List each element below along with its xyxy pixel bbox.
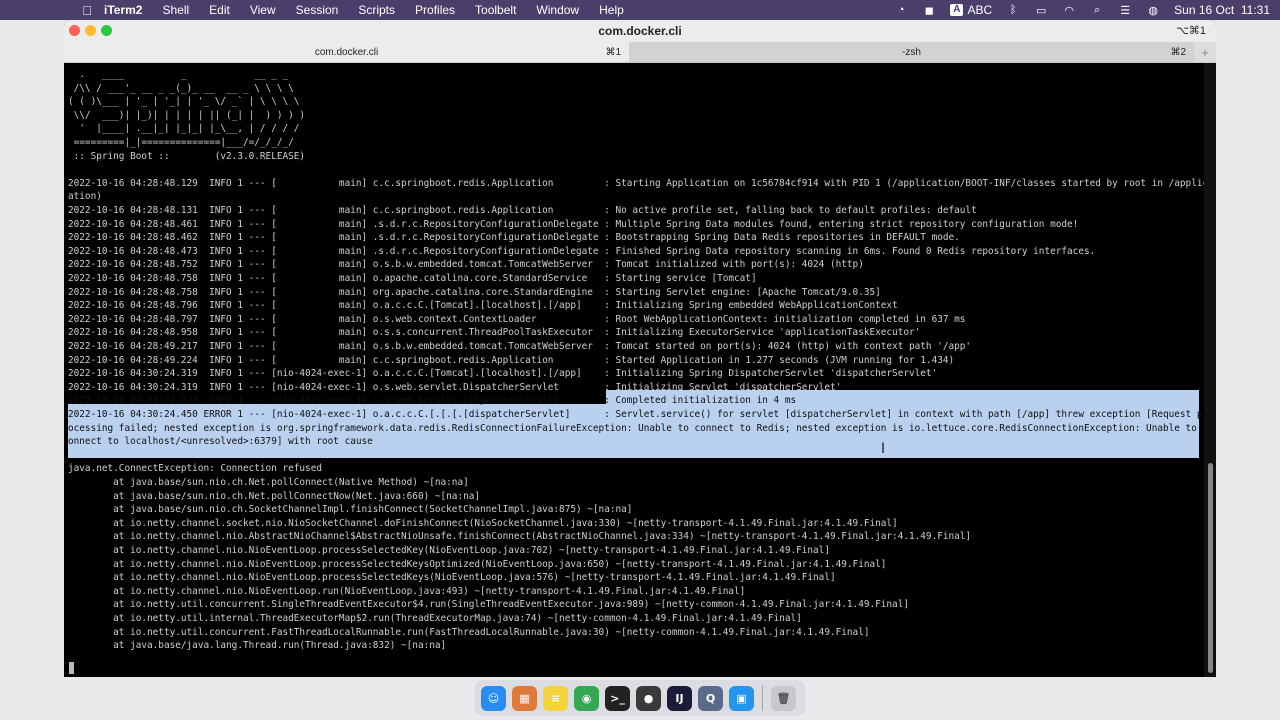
control-center-icon[interactable]: ☰ [1118, 4, 1132, 17]
terminal-line: at java.base/sun.nio.ch.Net.pollConnect(… [68, 477, 469, 488]
bluetooth-icon[interactable]: ᛒ [1006, 4, 1020, 16]
terminal-icon[interactable]: >_ [605, 685, 630, 711]
github-icon[interactable]: ● [636, 685, 661, 711]
trash-icon[interactable]: 🗑 [771, 685, 796, 711]
launchpad-icon[interactable]: ▦ [512, 685, 537, 711]
finder-icon[interactable]: ☺ [481, 685, 506, 711]
terminal-line: ( ( )\___ | '_ | '_| | '_ \/ _` | \ \ \ … [68, 96, 300, 108]
terminal-line: at java.base/java.lang.Thread.run(Thread… [68, 640, 447, 652]
tab-label: com.docker.cli [314, 46, 379, 58]
wifi-icon[interactable]: ◠ [1062, 4, 1076, 17]
tab-label: -zsh [902, 46, 921, 58]
terminal-line: 2022-10-16 04:30:24.319 INFO 1 --- [nio-… [68, 381, 842, 393]
input-source-label: ABC [967, 3, 993, 17]
menu-shell[interactable]: Shell [162, 3, 189, 17]
terminal-cursor [69, 662, 74, 674]
search-icon[interactable]: ⌕ [1090, 4, 1104, 16]
menu-view[interactable]: View [250, 3, 276, 17]
terminal-line: 2022-10-16 04:30:24.319 INFO 1 --- [nio-… [68, 368, 938, 380]
scrollbar-thumb[interactable] [1208, 463, 1213, 673]
terminal-line: 2022-10-16 04:28:48.129 INFO 1 --- [ mai… [68, 177, 1209, 189]
menu-clock[interactable]: Sun 16 Oct 11:31 [1174, 3, 1270, 17]
terminal-line: 2022-10-16 04:28:48.758 INFO 1 --- [ mai… [68, 273, 757, 284]
terminal-line: 2022-10-16 04:30:24.450 ERROR 1 --- [nio… [68, 409, 1209, 420]
screen-time-icon[interactable]: ◔ [894, 4, 908, 16]
terminal-line: java.net.ConnectException: Connection re… [68, 463, 322, 475]
terminal-line: ocessing failed; nested exception is org… [68, 422, 1209, 434]
window-shortcut: ⌥⌘1 [1176, 25, 1206, 37]
menu-help[interactable]: Help [599, 3, 624, 17]
iterm-window: com.docker.cli ⌥⌘1 com.docker.cli ⌘1 -zs… [64, 20, 1216, 677]
menu-session[interactable]: Session [296, 3, 339, 17]
menu-scripts[interactable]: Scripts [358, 3, 395, 17]
battery-icon[interactable]: ▭ [1034, 4, 1048, 17]
tab-shortcut: ⌘2 [1170, 46, 1186, 58]
terminal-line: at io.netty.channel.nio.NioEventLoop.pro… [68, 558, 887, 570]
terminal-line: 2022-10-16 04:28:48.958 INFO 1 --- [ mai… [68, 327, 921, 339]
siri-icon[interactable]: ◍ [1146, 4, 1160, 17]
terminal-output[interactable]: I . ____ _ __ _ _ /\\ / ___'_ __ _ _(_)_… [64, 63, 1208, 677]
terminal-line: \\/ ___)| |_)| | | | | || (_| | ) ) ) ) [68, 109, 306, 121]
terminal-line: onnect to localhost/<unresolved>:6379] w… [68, 436, 373, 448]
input-source[interactable]: A ABC [950, 3, 992, 17]
terminal-line: at io.netty.channel.nio.AbstractNioChann… [68, 531, 972, 543]
menu-edit[interactable]: Edit [209, 3, 230, 17]
terminal-line: 2022-10-16 04:28:49.224 INFO 1 --- [ mai… [68, 354, 955, 366]
menu-bar:  iTerm2 Shell Edit View Session Scripts… [0, 0, 1280, 20]
terminal-line: at io.netty.util.concurrent.SingleThread… [68, 599, 909, 611]
chrome-icon[interactable]: ◉ [574, 685, 599, 711]
menu-window[interactable]: Window [536, 3, 579, 17]
terminal-line: at io.netty.util.concurrent.FastThreadLo… [68, 626, 870, 638]
terminal-line: :: Spring Boot :: (v2.3.0.RELEASE) [68, 150, 306, 162]
terminal-line: at java.base/sun.nio.ch.Net.pollConnectN… [68, 490, 481, 502]
status-area: ◔ ◼ A ABC ᛒ ▭ ◠ ⌕ ☰ ◍ Sun 16 Oct 11:31 [894, 0, 1270, 20]
terminal-line: =========|_|==============|___/=/_/_/_/ [68, 137, 294, 148]
intellij-icon[interactable]: IJ [667, 685, 692, 711]
terminal-line: . ____ _ __ _ _ [68, 69, 289, 80]
terminal-line: 2022-10-16 04:28:48.473 INFO 1 --- [ mai… [68, 245, 1096, 257]
ibeam-cursor-icon: I [881, 441, 886, 457]
title-bar[interactable]: com.docker.cli ⌥⌘1 [64, 20, 1216, 42]
menu-profiles[interactable]: Profiles [415, 3, 455, 17]
record-icon[interactable]: ◼ [922, 4, 936, 17]
terminal-line: at io.netty.util.internal.ThreadExecutor… [68, 613, 802, 624]
terminal-line: 2022-10-16 04:28:49.217 INFO 1 --- [ mai… [68, 341, 972, 352]
terminal-line: at java.base/sun.nio.ch.SocketChannelImp… [68, 504, 633, 516]
terminal-line: 2022-10-16 04:28:48.796 INFO 1 --- [ mai… [68, 300, 898, 312]
dock: ☺ ▦ ≡ ◉ >_ ● IJ Q ▣ 🗑 [473, 679, 807, 717]
docker-icon[interactable]: ▣ [729, 685, 754, 711]
terminal-line: ation) [68, 191, 102, 203]
terminal-line: 2022-10-16 04:28:48.462 INFO 1 --- [ mai… [68, 232, 960, 244]
terminal-scrollbar[interactable] [1204, 63, 1216, 677]
tab-docker-cli[interactable]: com.docker.cli ⌘1 [64, 42, 629, 62]
tab-zsh[interactable]: -zsh ⌘2 [629, 42, 1194, 62]
terminal-line: at io.netty.channel.nio.NioEventLoop.run… [68, 585, 746, 597]
new-tab-button[interactable]: + [1194, 42, 1216, 62]
dock-separator [762, 685, 763, 711]
terminal-line: /\\ / ___'_ __ _ _(_)_ __ __ _ \ \ \ \ [68, 82, 294, 94]
terminal-line: 2022-10-16 04:28:48.461 INFO 1 --- [ mai… [68, 218, 1079, 230]
menu-toolbelt[interactable]: Toolbelt [475, 3, 516, 17]
quicktime-icon[interactable]: Q [698, 685, 723, 711]
tab-bar: com.docker.cli ⌘1 -zsh ⌘2 + [64, 42, 1216, 63]
terminal-line: 2022-10-16 04:28:48.131 INFO 1 --- [ mai… [68, 205, 977, 216]
terminal-line: 2022-10-16 04:28:48.758 INFO 1 --- [ mai… [68, 286, 881, 298]
terminal-line: 2022-10-16 04:28:48.752 INFO 1 --- [ mai… [68, 259, 864, 271]
notes-icon[interactable]: ≡ [543, 685, 568, 711]
terminal-line: at io.netty.channel.nio.NioEventLoop.pro… [68, 572, 836, 584]
terminal-line: ' |____| .__|_| |_|_| |_\__, | / / / / [68, 123, 300, 135]
apple-icon[interactable]:  [80, 0, 94, 20]
menu-app-name[interactable]: iTerm2 [104, 3, 142, 17]
terminal-line: 2022-10-16 04:28:48.797 INFO 1 --- [ mai… [68, 313, 966, 325]
terminal-line: at io.netty.channel.nio.NioEventLoop.pro… [68, 545, 830, 556]
terminal-line: 2022-10-16 04:30:24.323 INFO 1 --- [nio-… [68, 395, 797, 407]
tab-shortcut: ⌘1 [605, 46, 621, 58]
input-source-icon: A [950, 4, 964, 16]
terminal-line: at io.netty.channel.socket.nio.NioSocket… [68, 517, 898, 529]
window-title: com.docker.cli [598, 24, 682, 38]
